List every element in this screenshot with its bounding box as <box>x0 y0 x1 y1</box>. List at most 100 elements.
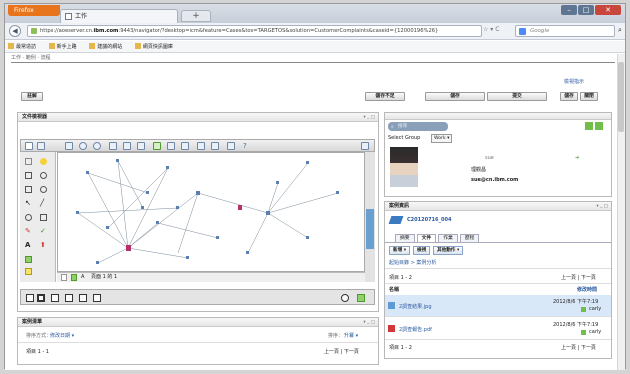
address-bar[interactable]: https://aoeserver.cn.ibm.com:9443/naviga… <box>27 25 482 37</box>
save-button[interactable]: 儲存 <box>560 92 578 101</box>
table-row[interactable]: 2調查結果.jpg 2012/8/6 下午7:19 carly <box>385 295 611 317</box>
file-name[interactable]: 2調查報告.pdf <box>399 326 432 333</box>
bookmark-item[interactable]: 建議的網站 <box>86 43 126 50</box>
back-button[interactable]: ◀ <box>9 25 21 37</box>
document-canvas[interactable] <box>57 152 365 272</box>
image-file-icon <box>388 302 395 309</box>
page-indicator: 頁面 1 的 1 <box>91 274 118 280</box>
single-page-icon[interactable] <box>26 294 34 302</box>
table-row[interactable]: 2調查報告.pdf 2012/8/6 下午7:19 carly <box>385 318 611 340</box>
maximize-icon[interactable]: □ <box>578 5 594 15</box>
view-instructions-link[interactable]: 檢視指示 <box>564 78 584 85</box>
two-page-icon[interactable] <box>51 294 59 302</box>
help-icon[interactable]: ? <box>243 142 251 150</box>
zoom-in-icon[interactable] <box>79 142 87 150</box>
bookmark-item[interactable]: 最常造訪 <box>5 43 40 50</box>
save-icon[interactable] <box>227 142 235 150</box>
settings-icon[interactable] <box>341 294 349 302</box>
comment-button[interactable]: 註解 <box>21 92 43 101</box>
ellipse-tool-icon[interactable] <box>40 172 47 179</box>
panel-controls-icon[interactable]: ▾ _ □ <box>363 113 375 122</box>
rectangle-tool-icon[interactable] <box>25 172 32 179</box>
select-tool-icon[interactable] <box>25 158 32 165</box>
file-name[interactable]: 2調查結果.jpg <box>399 303 432 310</box>
page-thumbnail-icon[interactable] <box>71 274 77 281</box>
add-member-icon[interactable] <box>585 122 593 130</box>
bookmark-item[interactable]: 新手上路 <box>46 43 81 50</box>
first-page-icon[interactable] <box>61 274 67 281</box>
text-tool-icon[interactable]: A <box>25 242 32 249</box>
bookmark-item[interactable]: 網頁快訊圖庫 <box>132 43 177 50</box>
square-tool-icon[interactable] <box>40 214 47 221</box>
panel-controls-icon[interactable]: ▾ _ □ <box>363 318 375 327</box>
folder-path[interactable]: 起始目錄 > 案例分析 <box>389 259 436 266</box>
thumbnail-grid-icon[interactable] <box>37 294 45 302</box>
close-button[interactable]: 關閉 <box>580 92 598 101</box>
refresh-icon[interactable] <box>357 294 365 302</box>
action-button-1[interactable]: 儲存不足 <box>365 92 405 101</box>
viewer-toolbar: ? <box>20 139 375 152</box>
breadcrumb[interactable]: 工作 · 範例 · 流程 <box>11 54 51 61</box>
pen-tool-icon[interactable]: ✎ <box>25 228 32 235</box>
add-document-button[interactable]: 新增 ▾ <box>389 246 411 255</box>
close-icon[interactable]: ✕ <box>595 5 621 15</box>
note-tool-icon[interactable] <box>40 158 47 165</box>
viewer-scroll-handle[interactable] <box>366 209 374 249</box>
highlight-icon[interactable] <box>167 142 175 150</box>
sticky-note-tool-icon[interactable] <box>25 268 32 275</box>
print-icon[interactable] <box>37 142 45 150</box>
pager[interactable]: 上一頁 | 下一頁 <box>561 274 596 281</box>
fit-icon[interactable] <box>65 142 73 150</box>
stamp-icon[interactable] <box>181 142 189 150</box>
bookmark-star-icon[interactable]: ☆ ▾ C <box>483 26 499 33</box>
detach-icon[interactable] <box>361 142 369 150</box>
search-go-icon[interactable]: ⌕ <box>618 26 622 35</box>
group-search-input[interactable]: ⌕ 搜尋 <box>388 122 448 131</box>
continuous-icon[interactable] <box>65 294 73 302</box>
check-tool-icon[interactable]: ✓ <box>40 228 47 235</box>
sort-select[interactable]: 修改日期 ▾ <box>50 332 74 339</box>
group-settings-icon[interactable] <box>595 122 603 130</box>
group-select[interactable]: Work ▾ <box>431 134 453 143</box>
footer-pager[interactable]: 上一頁 | 下一頁 <box>561 344 596 351</box>
firefox-menu-button[interactable]: Firefox <box>8 5 60 16</box>
highlight-tool-icon[interactable] <box>25 256 32 263</box>
browser-tab[interactable]: 工作 <box>60 9 178 23</box>
line-tool-icon[interactable]: ╱ <box>40 200 47 207</box>
action-button-3[interactable]: 提交 <box>487 92 547 101</box>
network-diagram-image <box>76 159 339 264</box>
case-list-title: 案例清單 <box>18 318 378 327</box>
panel-controls-icon[interactable]: ▾ _ □ <box>596 202 608 211</box>
fit-width-icon[interactable] <box>109 142 117 150</box>
page-list-icon[interactable] <box>93 294 101 302</box>
group-panel-header <box>385 113 611 120</box>
rotate-icon[interactable] <box>137 142 145 150</box>
user-email[interactable]: sue@cn.ibm.com <box>471 177 518 183</box>
action-button-2[interactable]: 儲存 <box>425 92 485 101</box>
new-tab-button[interactable]: + <box>181 10 211 22</box>
circle-tool-icon[interactable] <box>40 186 47 193</box>
fit-page-icon[interactable] <box>123 142 131 150</box>
minimize-icon[interactable]: – <box>561 5 577 15</box>
view-button[interactable]: 檢視 <box>413 246 431 255</box>
page-scrollbar-thumb[interactable] <box>618 62 624 132</box>
arrow-tool-icon[interactable]: ↖ <box>25 200 32 207</box>
case-list-pager[interactable]: 上一頁 | 下一頁 <box>324 348 359 355</box>
properties-icon[interactable] <box>211 142 219 150</box>
facing-icon[interactable] <box>79 294 87 302</box>
page-navigation-bar: A 頁面 1 的 1 <box>57 272 365 282</box>
oval-tool-icon[interactable] <box>25 214 32 221</box>
zoom-out-icon[interactable] <box>93 142 101 150</box>
redact-tool-icon[interactable]: ⬆ <box>40 242 47 249</box>
pointer-icon[interactable] <box>25 142 33 150</box>
case-list-count: 項目 1 - 1 <box>26 349 49 355</box>
order-select[interactable]: 升冪 ▾ <box>344 332 358 339</box>
assign-arrow-icon[interactable]: ➜ <box>575 155 579 161</box>
box-tool-icon[interactable] <box>25 186 32 193</box>
column-modified-header[interactable]: 修改時間 <box>577 286 597 293</box>
more-actions-button[interactable]: 其他動作 ▾ <box>433 246 464 255</box>
search-input[interactable]: Google <box>515 25 615 37</box>
column-name-header[interactable]: 名稱 <box>389 286 399 293</box>
add-annotation-icon[interactable] <box>153 142 161 150</box>
image-icon[interactable] <box>197 142 205 150</box>
